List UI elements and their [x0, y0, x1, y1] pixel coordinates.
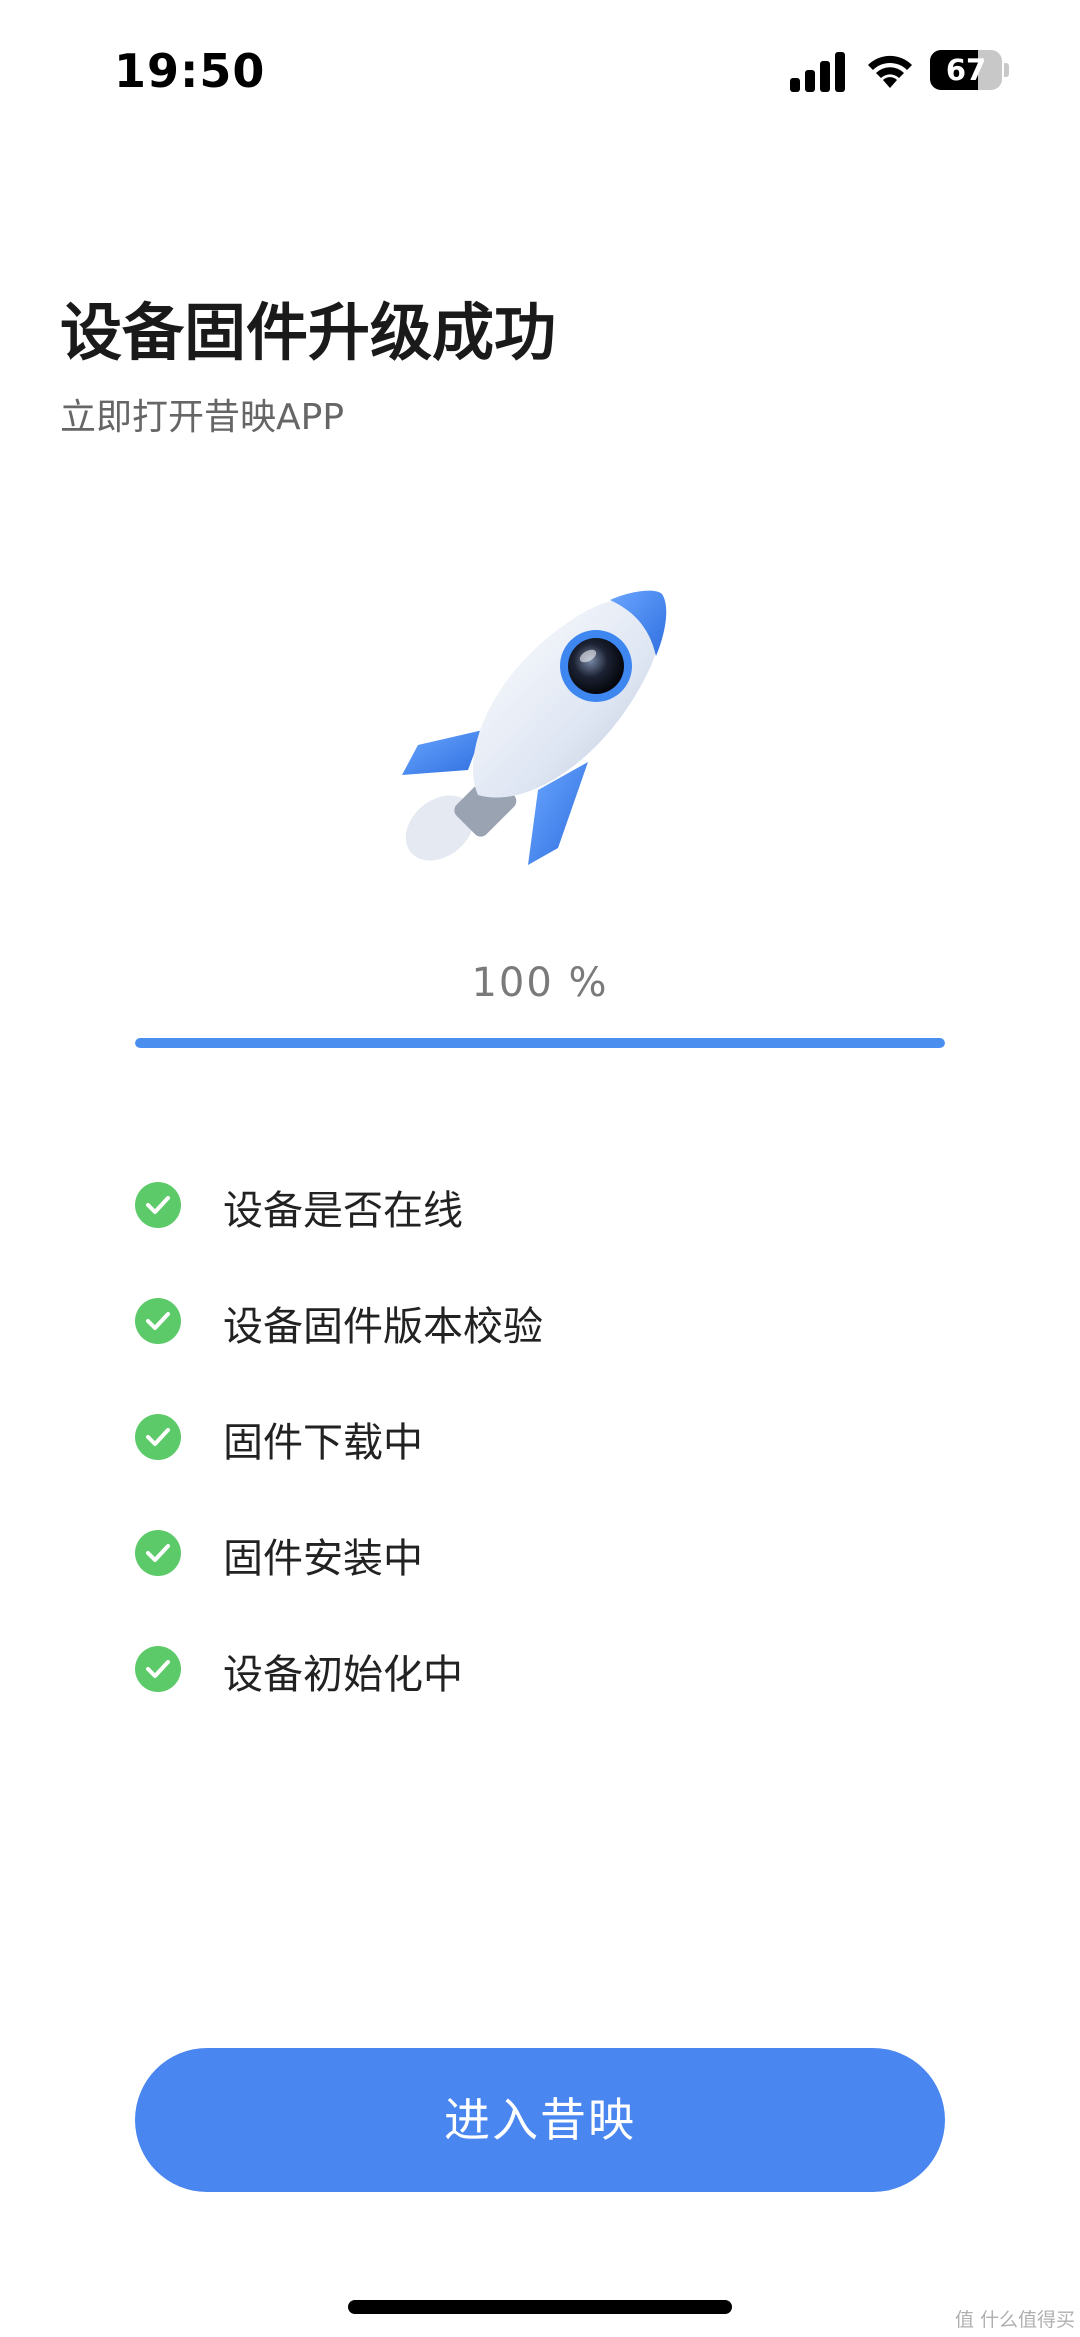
progress-percentage: 100 %: [471, 960, 609, 1006]
home-indicator[interactable]: [348, 2300, 732, 2314]
list-item: 固件安装中: [135, 1520, 935, 1636]
progress-bar: [135, 1038, 945, 1048]
enter-app-button[interactable]: 进入昔映: [135, 2048, 945, 2192]
list-item: 设备固件版本校验: [135, 1288, 935, 1404]
page-subtitle: 立即打开昔映APP: [60, 397, 345, 438]
battery-level: 67: [945, 53, 987, 87]
step-label: 设备是否在线: [223, 1188, 463, 1234]
upgrade-steps-list: 设备是否在线 设备固件版本校验 固件下载中 固件安装中 设备初始化中: [135, 1172, 935, 1752]
status-time: 19:50: [114, 44, 266, 98]
page-title: 设备固件升级成功: [60, 296, 557, 369]
check-circle-icon: [135, 1182, 181, 1228]
step-label: 固件安装中: [223, 1536, 423, 1582]
list-item: 设备初始化中: [135, 1636, 935, 1752]
check-circle-icon: [135, 1298, 181, 1344]
watermark: 值 什么值得买: [955, 2309, 1076, 2331]
progress-bar-fill: [135, 1038, 945, 1048]
check-circle-icon: [135, 1530, 181, 1576]
signal-icon: [790, 52, 845, 92]
status-bar: 19:50 67: [0, 0, 1080, 140]
step-label: 设备固件版本校验: [223, 1304, 543, 1350]
check-circle-icon: [135, 1414, 181, 1460]
step-label: 固件下载中: [223, 1420, 423, 1466]
list-item: 固件下载中: [135, 1404, 935, 1520]
list-item: 设备是否在线: [135, 1172, 935, 1288]
check-circle-icon: [135, 1646, 181, 1692]
wifi-icon: [868, 55, 912, 88]
battery-icon: 67: [930, 50, 1010, 92]
step-label: 设备初始化中: [223, 1652, 463, 1698]
rocket-icon: [402, 590, 667, 865]
